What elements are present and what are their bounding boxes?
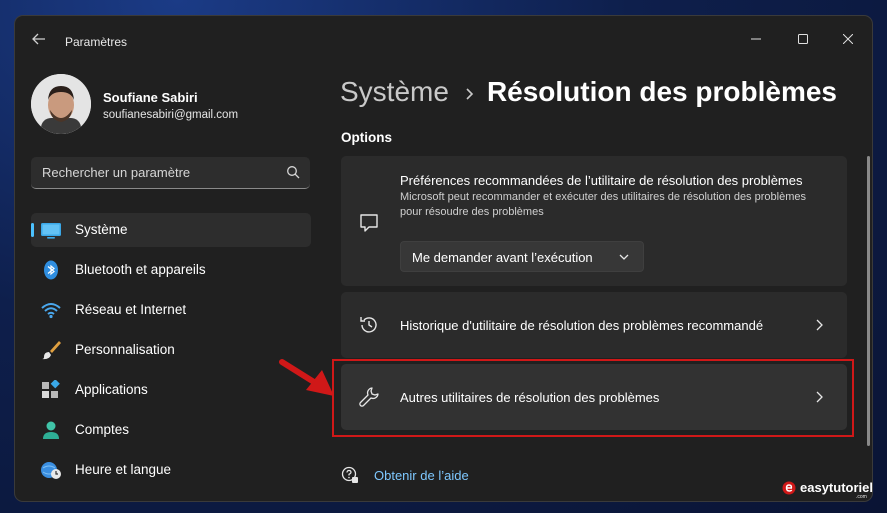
sidebar-item-label: Personnalisation: [75, 342, 175, 357]
close-button[interactable]: [825, 24, 871, 54]
breadcrumb: Système Résolution des problèmes: [340, 76, 837, 108]
chat-bubble-icon: [360, 214, 378, 232]
card-title: Préférences recommandées de l’utilitaire…: [400, 173, 803, 188]
user-email: soufianesabiri@gmail.com: [103, 109, 239, 121]
easytutoriel-logo-icon: [782, 481, 796, 495]
app-title: Paramètres: [65, 35, 128, 49]
troubleshooter-preferences-card: Préférences recommandées de l’utilitaire…: [341, 156, 847, 286]
settings-window: Paramètres Soufiane Sabiri soufianesabir…: [15, 16, 872, 501]
page-title: Résolution des problèmes: [486, 76, 838, 107]
maximize-button[interactable]: [780, 24, 826, 54]
paintbrush-icon: [42, 341, 61, 360]
sidebar-item-bluetooth[interactable]: Bluetooth et appareils: [31, 253, 311, 287]
other-troubleshooters-card[interactable]: Autres utilitaires de résolution des pro…: [341, 364, 847, 430]
card-title: Historique d'utilitaire de résolution de…: [400, 318, 764, 333]
chevron-down-icon: [619, 254, 629, 260]
history-icon: [360, 317, 377, 333]
close-icon: [843, 34, 853, 44]
chevron-right-icon: [816, 391, 823, 403]
sidebar-item-label: Comptes: [75, 422, 130, 437]
search-icon: [287, 166, 300, 179]
sidebar-item-label: Applications: [75, 382, 148, 397]
wrench-icon: [359, 387, 379, 407]
minimize-button[interactable]: [733, 24, 779, 54]
chevron-right-icon: [466, 88, 474, 100]
sidebar-item-label: Bluetooth et appareils: [75, 262, 206, 277]
bluetooth-icon: [44, 260, 58, 280]
red-arrow-annotation: [279, 359, 334, 396]
avatar-photo-icon: [31, 74, 91, 134]
sidebar-item-comptes[interactable]: Comptes: [31, 413, 311, 447]
wifi-icon: [41, 303, 61, 319]
sidebar-item-personnalisation[interactable]: Personnalisation: [31, 333, 311, 367]
back-button[interactable]: [29, 32, 49, 50]
preference-dropdown[interactable]: Me demander avant l’exécution: [400, 241, 644, 272]
watermark-brand: easytutoriel: [800, 480, 873, 495]
dropdown-value: Me demander avant l’exécution: [412, 250, 593, 265]
sidebar-nav: Système Bluetooth et appareils Réseau et…: [31, 213, 311, 493]
sidebar-item-label: Heure et langue: [75, 462, 172, 477]
avatar: [31, 74, 91, 134]
watermark-sub: .com: [856, 494, 867, 500]
search-box[interactable]: Rechercher un paramètre: [31, 157, 310, 189]
search-input[interactable]: Rechercher un paramètre: [42, 165, 190, 180]
sidebar-item-reseau[interactable]: Réseau et Internet: [31, 293, 311, 327]
section-title: Options: [341, 130, 392, 145]
sidebar-item-systeme[interactable]: Système: [31, 213, 311, 247]
globe-clock-icon: [41, 462, 61, 479]
sidebar-item-label: Réseau et Internet: [75, 302, 187, 317]
title-bar: Paramètres: [15, 16, 872, 62]
scrollbar[interactable]: [867, 156, 870, 446]
get-help-label: Obtenir de l’aide: [374, 468, 469, 483]
user-name: Soufiane Sabiri: [103, 90, 198, 105]
troubleshooter-history-card[interactable]: Historique d'utilitaire de résolution de…: [341, 292, 847, 358]
maximize-icon: [798, 34, 808, 44]
monitor-icon: [41, 223, 61, 239]
sidebar-item-label: Système: [75, 222, 128, 237]
person-icon: [43, 421, 59, 439]
minimize-icon: [751, 38, 761, 40]
breadcrumb-parent[interactable]: Système: [340, 76, 449, 107]
sidebar-item-applications[interactable]: Applications: [31, 373, 311, 407]
sidebar-item-heure[interactable]: Heure et langue: [31, 453, 311, 487]
chevron-right-icon: [816, 319, 823, 331]
help-chat-icon: [341, 466, 358, 483]
arrow-left-icon: [32, 33, 45, 45]
apps-icon: [42, 380, 60, 398]
card-title: Autres utilitaires de résolution des pro…: [400, 390, 660, 405]
card-description: Microsoft peut recommander et exécuter d…: [400, 191, 806, 218]
